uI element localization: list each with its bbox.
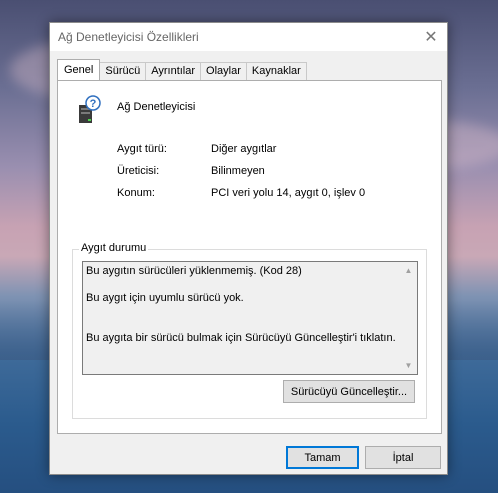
manufacturer-row: Üreticisi: Bilinmeyen bbox=[117, 165, 265, 177]
svg-text:?: ? bbox=[90, 98, 97, 110]
tab-driver[interactable]: Sürücü bbox=[99, 62, 147, 80]
status-line: Bu aygıta bir sürücü bulmak için Sürücüy… bbox=[86, 332, 396, 344]
location-value: PCI veri yolu 14, aygıt 0, işlev 0 bbox=[211, 187, 366, 199]
device-status-textbox[interactable]: Bu aygıtın sürücüleri yüklenmemiş. (Kod … bbox=[82, 261, 418, 375]
tab-strip: Genel Sürücü Ayrıntılar Olaylar Kaynakla… bbox=[57, 59, 307, 81]
scroll-down-icon[interactable]: ▼ bbox=[400, 357, 417, 374]
location-label: Konum: bbox=[117, 187, 155, 199]
device-status-group: Aygıt durumu Bu aygıtın sürücüleri yükle… bbox=[72, 242, 427, 419]
device-type-value: Diğer aygıtlar bbox=[211, 143, 277, 155]
tab-resources[interactable]: Kaynaklar bbox=[245, 62, 307, 80]
dialog-body: Genel Sürücü Ayrıntılar Olaylar Kaynakla… bbox=[50, 51, 447, 474]
manufacturer-label: Üreticisi: bbox=[117, 165, 160, 177]
location-row: Konum: PCI veri yolu 14, aygıt 0, işlev … bbox=[117, 187, 365, 199]
device-status-legend: Aygıt durumu bbox=[79, 242, 149, 254]
tab-general[interactable]: Genel bbox=[57, 59, 101, 80]
tab-details[interactable]: Ayrıntılar bbox=[145, 62, 202, 80]
properties-dialog: Ağ Denetleyicisi Özellikleri ✕ Genel Sür… bbox=[49, 22, 448, 475]
title-bar: Ağ Denetleyicisi Özellikleri ✕ bbox=[50, 23, 447, 51]
scroll-up-icon[interactable]: ▲ bbox=[400, 262, 417, 279]
device-name: Ağ Denetleyicisi bbox=[117, 101, 196, 113]
device-status-text: Bu aygıtın sürücüleri yüklenmemiş. (Kod … bbox=[86, 265, 399, 359]
manufacturer-value: Bilinmeyen bbox=[211, 165, 265, 177]
cancel-button[interactable]: İptal bbox=[365, 446, 441, 469]
window-title: Ağ Denetleyicisi Özellikleri bbox=[58, 30, 199, 44]
status-line: Bu aygıt için uyumlu sürücü yok. bbox=[86, 292, 244, 304]
tab-events[interactable]: Olaylar bbox=[200, 62, 247, 80]
device-type-row: Aygıt türü: Diğer aygıtlar bbox=[117, 143, 276, 155]
status-scrollbar[interactable]: ▲ ▼ bbox=[400, 262, 417, 374]
unknown-device-icon: ? bbox=[79, 95, 101, 123]
update-driver-button[interactable]: Sürücüyü Güncelleştir... bbox=[283, 380, 415, 403]
status-line: Bu aygıtın sürücüleri yüklenmemiş. (Kod … bbox=[86, 265, 302, 277]
close-icon[interactable]: ✕ bbox=[415, 23, 447, 51]
ok-button[interactable]: Tamam bbox=[286, 446, 359, 469]
general-panel: ? Ağ Denetleyicisi Aygıt türü: Diğer ayg… bbox=[57, 80, 442, 434]
device-type-label: Aygıt türü: bbox=[117, 143, 167, 155]
